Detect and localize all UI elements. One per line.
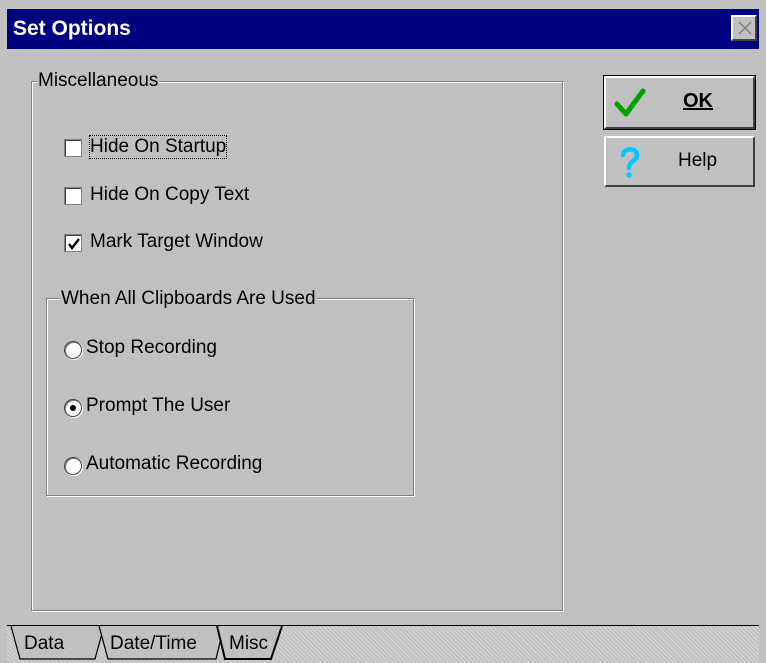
automatic-recording-radio[interactable]: [64, 457, 82, 475]
hide-on-copy-text-checkbox[interactable]: [64, 187, 82, 205]
clipboards-legend: When All Clipboards Are Used: [60, 288, 317, 310]
tab-data[interactable]: Data: [24, 632, 64, 656]
tab-misc[interactable]: Misc: [229, 632, 268, 656]
tab-strip: Data Date/Time Misc: [7, 625, 759, 663]
title-bar[interactable]: Set Options: [7, 9, 759, 49]
help-button-label: Help: [678, 150, 718, 171]
radio-dot: [70, 405, 76, 411]
help-button[interactable]: Help: [604, 136, 755, 187]
checkmark-icon: [68, 238, 80, 250]
check-icon: [614, 88, 646, 117]
stop-recording-radio[interactable]: [64, 341, 82, 359]
window-title: Set Options: [13, 17, 131, 40]
hide-on-startup-label[interactable]: Hide On Startup: [88, 135, 228, 159]
mark-target-window-checkbox[interactable]: [64, 234, 82, 252]
mark-target-window-label[interactable]: Mark Target Window: [90, 231, 263, 253]
hide-on-copy-text-label[interactable]: Hide On Copy Text: [90, 184, 249, 206]
dialog-client-area: Miscellaneous Hide On Startup Hide On Co…: [7, 49, 759, 625]
ok-button-label: OK: [683, 90, 713, 112]
ok-button[interactable]: OK: [603, 75, 756, 130]
hide-on-startup-checkbox[interactable]: [64, 139, 82, 157]
tab-date-time[interactable]: Date/Time: [110, 632, 197, 656]
miscellaneous-legend: Miscellaneous: [37, 70, 160, 92]
close-button[interactable]: [731, 15, 757, 41]
stop-recording-label[interactable]: Stop Recording: [86, 337, 217, 359]
close-icon: [738, 21, 752, 35]
set-options-window: Set Options Miscellaneous Hide On Startu…: [0, 0, 766, 663]
question-mark-icon: [620, 147, 640, 178]
prompt-the-user-radio[interactable]: [64, 399, 82, 417]
automatic-recording-label[interactable]: Automatic Recording: [86, 453, 262, 475]
prompt-the-user-label[interactable]: Prompt The User: [86, 395, 230, 417]
